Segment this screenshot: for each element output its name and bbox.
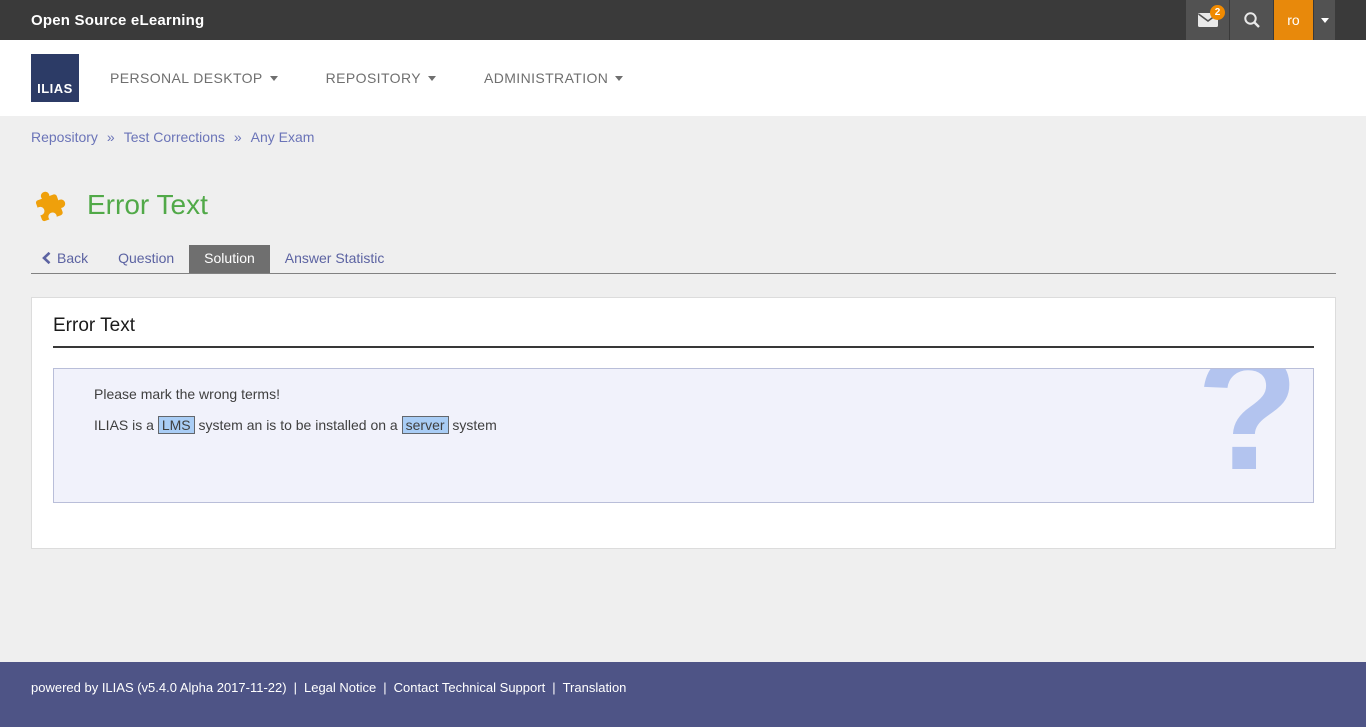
nav-label: REPOSITORY [326,70,421,86]
logo-text: ILIAS [37,81,73,96]
user-menu-button[interactable] [1314,0,1336,40]
footer-separator: | [552,680,555,695]
page-title: Error Text [87,189,208,221]
footer: powered by ILIAS (v5.4.0 Alpha 2017-11-2… [0,662,1366,727]
breadcrumb-test-corrections[interactable]: Test Corrections [124,129,225,145]
user-avatar[interactable]: ro [1274,0,1314,40]
content-area: Repository » Test Corrections » Any Exam… [0,116,1366,662]
panel-heading: Error Text [53,315,1314,348]
marked-term: server [402,416,449,434]
puzzle-piece-icon [31,185,71,225]
tab-label: Answer Statistic [285,250,385,266]
tab-bar: Back Question Solution Answer Statistic [31,246,1336,274]
breadcrumb-any-exam[interactable]: Any Exam [251,129,315,145]
question-text-part: ILIAS is a [94,417,154,433]
search-button[interactable] [1230,0,1274,40]
nav-personal-desktop[interactable]: PERSONAL DESKTOP [110,70,278,86]
contact-support-link[interactable]: Contact Technical Support [394,680,546,695]
chevron-down-icon [428,76,436,81]
tab-label: Question [118,250,174,266]
question-instruction: Please mark the wrong terms! [94,386,1273,402]
app-title: Open Source eLearning [31,12,204,29]
nav-label: PERSONAL DESKTOP [110,70,263,86]
tab-question[interactable]: Question [103,245,189,273]
top-bar: Open Source eLearning 2 ro [0,0,1366,40]
question-text-part: system [452,417,496,433]
breadcrumb-separator: » [234,129,242,145]
mail-button[interactable]: 2 [1186,0,1230,40]
marked-term: LMS [158,416,195,434]
main-nav: PERSONAL DESKTOP REPOSITORY ADMINISTRATI… [110,70,623,86]
footer-separator: | [383,680,386,695]
chevron-down-icon [270,76,278,81]
tab-answer-statistic[interactable]: Answer Statistic [270,245,400,273]
page-title-row: Error Text [31,185,1366,225]
breadcrumb-repository[interactable]: Repository [31,129,98,145]
breadcrumb: Repository » Test Corrections » Any Exam [0,116,1366,145]
question-text-part: system an is to be installed on a [199,417,398,433]
back-button[interactable]: Back [31,245,103,273]
ilias-logo[interactable]: ILIAS [31,54,79,102]
legal-notice-link[interactable]: Legal Notice [304,680,376,695]
footer-separator: | [294,680,297,695]
question-box: Please mark the wrong terms! ILIAS is a … [53,368,1314,503]
tab-label: Solution [204,250,255,266]
chevron-down-icon [1321,18,1329,23]
question-panel: Error Text Please mark the wrong terms! … [31,297,1336,549]
powered-by-link[interactable]: powered by ILIAS (v5.4.0 Alpha 2017-11-2… [31,680,287,695]
chevron-left-icon [42,252,51,264]
main-header: ILIAS PERSONAL DESKTOP REPOSITORY ADMINI… [0,40,1366,116]
topbar-actions: 2 ro [1186,0,1336,40]
question-text: ILIAS is a LMS system an is to be instal… [94,414,1273,436]
nav-administration[interactable]: ADMINISTRATION [484,70,623,86]
chevron-down-icon [615,76,623,81]
tab-solution[interactable]: Solution [189,245,270,273]
nav-label: ADMINISTRATION [484,70,608,86]
breadcrumb-separator: » [107,129,115,145]
search-icon [1243,11,1261,29]
translation-link[interactable]: Translation [563,680,627,695]
mail-badge: 2 [1210,5,1225,20]
nav-repository[interactable]: REPOSITORY [326,70,436,86]
back-label: Back [57,250,88,266]
